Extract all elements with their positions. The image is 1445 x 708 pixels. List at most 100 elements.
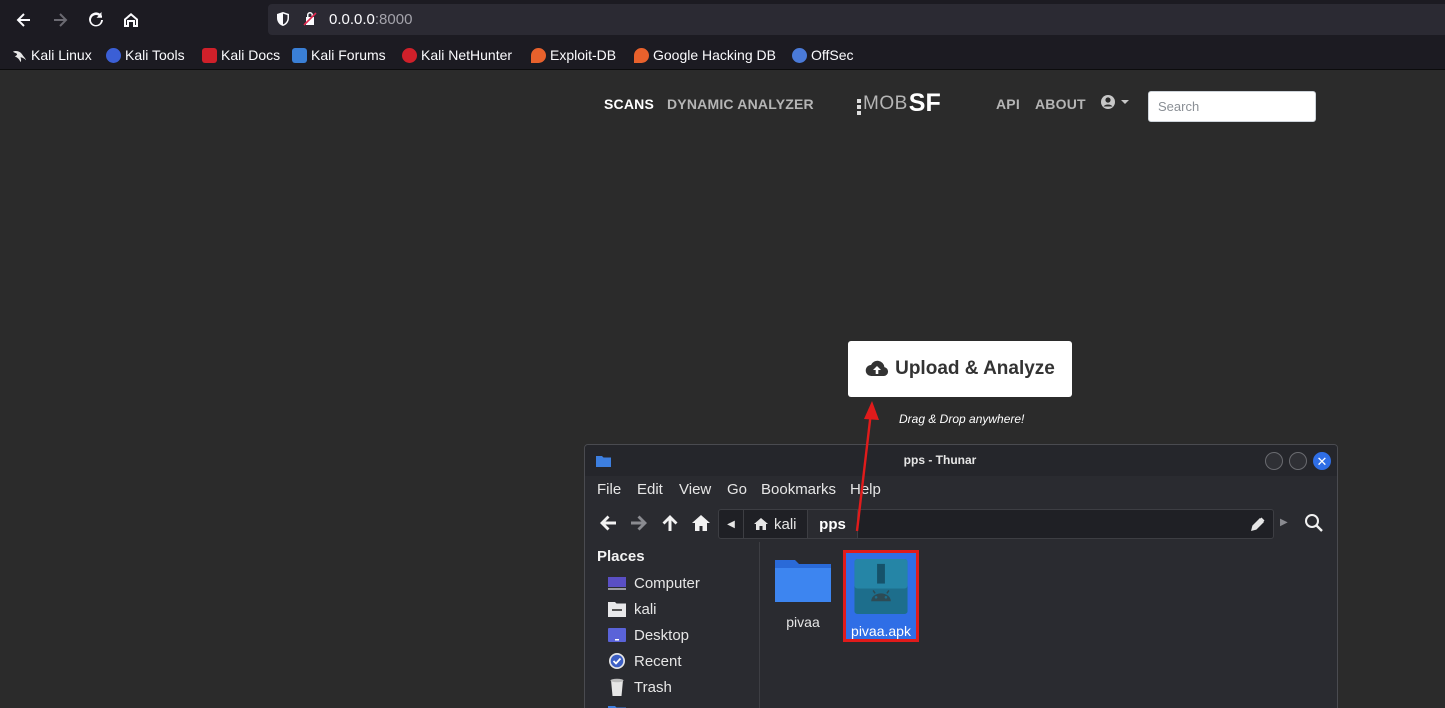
- bookmark-kali-tools[interactable]: Kali Tools: [106, 46, 185, 64]
- screen: 0.0.0.0:8000 Kali Linux Kali Tools Kali …: [0, 0, 1445, 708]
- browser-toolbar: 0.0.0.0:8000: [0, 0, 1445, 40]
- ghdb-icon: [634, 47, 649, 63]
- menu-edit[interactable]: Edit: [637, 481, 663, 498]
- computer-icon: [608, 577, 626, 590]
- menu-bookmarks[interactable]: Bookmarks: [761, 481, 836, 498]
- forward-icon[interactable]: [48, 8, 72, 32]
- bookmark-label: OffSec: [811, 47, 854, 63]
- forward-icon[interactable]: [628, 513, 650, 533]
- maximize-button[interactable]: [1289, 452, 1307, 470]
- nav-scans[interactable]: SCANS: [604, 96, 654, 112]
- menu-file[interactable]: File: [597, 481, 621, 498]
- places-sidebar: Places Computer kali Desktop Recent Tras…: [585, 542, 760, 708]
- place-kali[interactable]: kali: [607, 598, 657, 620]
- place-desktop[interactable]: Desktop: [607, 624, 689, 646]
- close-button[interactable]: ✕: [1313, 452, 1331, 470]
- search-icon[interactable]: [1304, 513, 1324, 533]
- user-menu-dropdown[interactable]: [1099, 94, 1133, 112]
- offsec-icon: [792, 47, 807, 63]
- place-label: kali: [634, 600, 657, 618]
- bookmark-label: Kali Tools: [125, 47, 185, 63]
- bookmark-label: Kali Docs: [221, 47, 281, 63]
- exploit-db-icon: [531, 47, 546, 63]
- tracking-shield-icon[interactable]: [275, 11, 291, 27]
- place-trash[interactable]: Trash: [607, 676, 672, 698]
- place-more[interactable]: [607, 702, 634, 708]
- desktop-icon: [608, 628, 626, 642]
- breadcrumb: ◀ kali pps: [718, 509, 1274, 539]
- menu-go[interactable]: Go: [727, 481, 747, 498]
- bookmark-kali-forums[interactable]: Kali Forums: [292, 46, 386, 64]
- kali-docs-icon: [202, 47, 217, 63]
- menu-help[interactable]: Help: [850, 481, 881, 498]
- bookmark-label: Kali NetHunter: [421, 47, 513, 63]
- breadcrumb-label: pps: [819, 515, 846, 533]
- folder-icon: [775, 560, 831, 602]
- file-item-pivaa-apk[interactable]: pivaa.apk: [843, 550, 919, 642]
- nav-about[interactable]: ABOUT: [1035, 96, 1086, 112]
- bookmark-kali-nethunter[interactable]: Kali NetHunter: [402, 46, 512, 64]
- triangle-left-icon: ◀: [727, 518, 735, 530]
- places-heading: Places: [597, 548, 645, 565]
- bookmark-label: Exploit-DB: [550, 47, 617, 63]
- bookmark-label: Kali Linux: [31, 47, 92, 63]
- up-icon[interactable]: [659, 513, 681, 533]
- bookmark-label: Google Hacking DB: [653, 47, 776, 63]
- location-toolbar: ◀ kali pps ▶: [585, 504, 1337, 542]
- bookmark-google-hacking-db[interactable]: Google Hacking DB: [634, 46, 776, 64]
- file-label: pivaa: [786, 614, 820, 630]
- bookmarks-bar: Kali Linux Kali Tools Kali Docs Kali For…: [0, 40, 1445, 70]
- user-circle-icon: [1101, 95, 1129, 109]
- logo-mob-text: MOB: [863, 93, 908, 114]
- kali-nethunter-icon: [402, 47, 417, 63]
- pencil-icon[interactable]: [1251, 517, 1265, 531]
- mobsf-logo[interactable]: MOB SF: [857, 89, 941, 117]
- minimize-button[interactable]: [1265, 452, 1283, 470]
- window-titlebar[interactable]: pps - Thunar ✕: [585, 445, 1337, 476]
- thunar-window[interactable]: pps - Thunar ✕ File Edit View Go Bookmar…: [584, 444, 1338, 708]
- place-label: Recent: [634, 652, 682, 670]
- bookmark-label: Kali Forums: [311, 47, 386, 63]
- nav-api[interactable]: API: [996, 96, 1020, 112]
- breadcrumb-scroll-left[interactable]: ◀: [719, 510, 744, 538]
- upload-analyze-button[interactable]: Upload & Analyze: [848, 341, 1072, 397]
- android-package-icon: [854, 558, 908, 615]
- home-icon[interactable]: [119, 8, 143, 32]
- triangle-right-icon[interactable]: ▶: [1280, 517, 1288, 529]
- logo-sf-text: SF: [908, 89, 941, 117]
- menubar: File Edit View Go Bookmarks Help: [585, 476, 1337, 504]
- home-icon[interactable]: [690, 513, 712, 533]
- bookmark-exploit-db[interactable]: Exploit-DB: [531, 46, 616, 64]
- kali-forums-icon: [292, 47, 307, 63]
- kali-tools-icon: [106, 47, 121, 63]
- file-item-pivaa[interactable]: pivaa: [765, 550, 841, 642]
- kali-dragon-icon: [12, 48, 27, 63]
- cloud-upload-icon: [865, 360, 889, 377]
- folder-icon: [608, 706, 626, 708]
- bookmark-kali-linux[interactable]: Kali Linux: [12, 46, 92, 64]
- url-bar[interactable]: 0.0.0.0:8000: [268, 4, 1445, 35]
- upload-label: Upload & Analyze: [895, 358, 1055, 379]
- back-icon[interactable]: [597, 513, 619, 533]
- file-label: pivaa.apk: [851, 623, 911, 639]
- home-folder-icon: [608, 602, 626, 617]
- menu-view[interactable]: View: [679, 481, 711, 498]
- breadcrumb-kali[interactable]: kali: [744, 510, 808, 538]
- reload-icon[interactable]: [84, 8, 108, 32]
- file-view: pivaa pivaa.apk: [761, 542, 1337, 708]
- home-icon: [754, 518, 768, 530]
- close-icon: ✕: [1316, 453, 1328, 469]
- place-recent[interactable]: Recent: [607, 650, 682, 672]
- place-label: Desktop: [634, 626, 690, 644]
- place-label: Computer: [634, 574, 700, 592]
- nav-dynamic-analyzer[interactable]: DYNAMIC ANALYZER: [667, 96, 814, 112]
- bookmark-offsec[interactable]: OffSec: [792, 46, 854, 64]
- search-input[interactable]: [1148, 91, 1316, 122]
- breadcrumb-pps[interactable]: pps: [808, 510, 858, 538]
- insecure-lock-icon[interactable]: [302, 11, 318, 27]
- bookmark-kali-docs[interactable]: Kali Docs: [202, 46, 280, 64]
- back-icon[interactable]: [12, 8, 36, 32]
- place-computer[interactable]: Computer: [607, 572, 700, 594]
- url-text: 0.0.0.0:8000: [329, 11, 412, 28]
- drag-drop-hint: Drag & Drop anywhere!: [899, 412, 1025, 426]
